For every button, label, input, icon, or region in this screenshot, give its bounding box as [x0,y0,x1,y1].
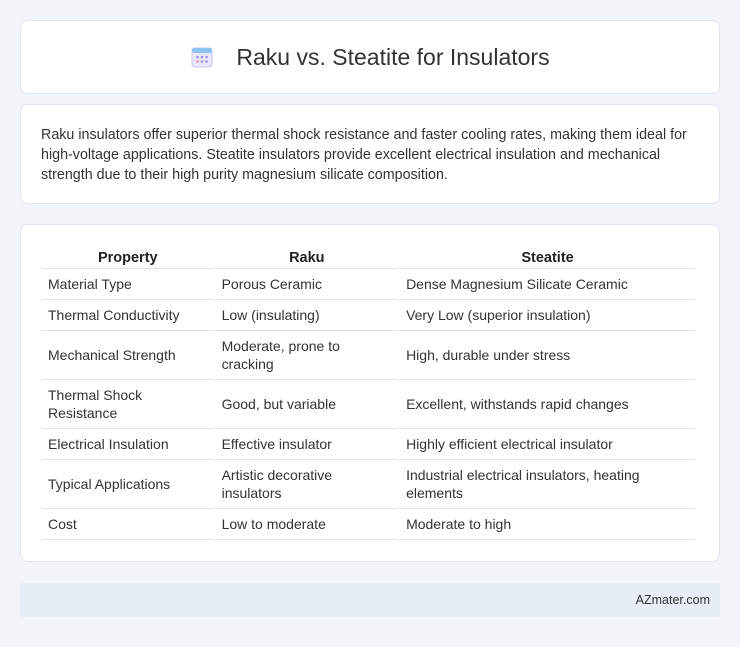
page-title: Raku vs. Steatite for Insulators [236,43,550,70]
cell-steatite: Very Low (superior insulation) [400,300,695,331]
cell-property: Electrical Insulation [42,429,214,460]
header-property: Property [42,245,214,269]
cell-property: Typical Applications [42,460,214,509]
header-raku: Raku [215,245,399,269]
table-row: Cost Low to moderate Moderate to high [42,509,695,540]
table-row: Electrical Insulation Effective insulato… [42,429,695,460]
cell-raku: Artistic decorative insulators [215,460,399,509]
cell-raku: Porous Ceramic [215,269,399,300]
cell-raku: Low (insulating) [215,300,399,331]
title-wrap: Raku vs. Steatite for Insulators [190,43,550,71]
table-row: Thermal Conductivity Low (insulating) Ve… [42,300,695,331]
source-link[interactable]: AZmater.com [636,593,710,607]
footer-bar: AZmater.com [20,583,720,617]
header-steatite: Steatite [400,245,695,269]
cell-steatite: Dense Magnesium Silicate Ceramic [400,269,695,300]
cell-raku: Low to moderate [215,509,399,540]
cell-steatite: Moderate to high [400,509,695,540]
cell-property: Cost [42,509,214,540]
title-card: Raku vs. Steatite for Insulators [20,20,720,94]
cell-property: Material Type [42,269,214,300]
cell-property: Thermal Shock Resistance [42,380,214,429]
table-row: Mechanical Strength Moderate, prone to c… [42,331,695,380]
table-row: Material Type Porous Ceramic Dense Magne… [42,269,695,300]
cell-property: Thermal Conductivity [42,300,214,331]
cell-raku: Moderate, prone to cracking [215,331,399,380]
cell-steatite: Industrial electrical insulators, heatin… [400,460,695,509]
cell-steatite: High, durable under stress [400,331,695,380]
table-header-row: Property Raku Steatite [42,245,695,269]
comparison-table: Property Raku Steatite Material Type Por… [40,245,697,540]
table-row: Typical Applications Artistic decorative… [42,460,695,509]
cell-raku: Effective insulator [215,429,399,460]
cell-steatite: Highly efficient electrical insulator [400,429,695,460]
intro-card: Raku insulators offer superior thermal s… [20,104,720,204]
cell-property: Mechanical Strength [42,331,214,380]
cell-raku: Good, but variable [215,380,399,429]
calendar-icon [190,45,214,69]
cell-steatite: Excellent, withstands rapid changes [400,380,695,429]
intro-paragraph: Raku insulators offer superior thermal s… [41,127,687,183]
table-row: Thermal Shock Resistance Good, but varia… [42,380,695,429]
comparison-card: Property Raku Steatite Material Type Por… [20,224,720,562]
